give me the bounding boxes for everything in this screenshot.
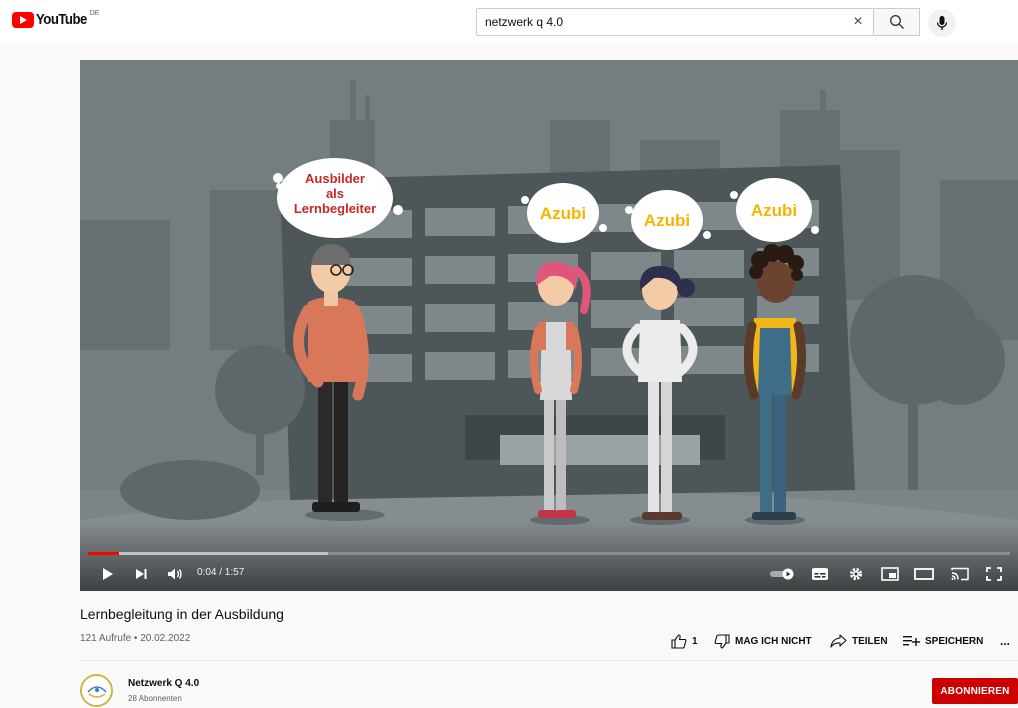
search-button[interactable] [874, 8, 920, 36]
clear-search-icon[interactable]: × [849, 13, 867, 31]
youtube-logo[interactable]: YouTube DE [12, 10, 100, 28]
add-to-playlist-icon [903, 635, 920, 647]
save-label: SPEICHERN [925, 635, 984, 647]
like-button[interactable]: 1 [671, 633, 698, 649]
fullscreen-icon [986, 567, 1002, 581]
autoplay-toggle[interactable] [768, 563, 798, 585]
gear-icon [849, 567, 863, 581]
bubble-trainer-line1: Ausbilder [305, 171, 365, 186]
search-box: × [476, 8, 874, 36]
subscribe-button[interactable]: ABONNIEREN [932, 678, 1018, 704]
miniplayer-icon [881, 567, 899, 581]
settings-button[interactable] [844, 563, 868, 585]
dislike-button[interactable]: MAG ICH NICHT [714, 633, 812, 649]
search-input[interactable] [477, 9, 837, 35]
volume-button[interactable] [164, 563, 186, 585]
search-icon [889, 15, 904, 29]
channel-avatar[interactable] [80, 674, 113, 707]
bubble-trainer-line3: Lernbegleiter [294, 201, 376, 216]
volume-icon [168, 568, 182, 580]
progress-buffer [88, 552, 328, 555]
next-icon [136, 569, 147, 579]
more-actions-button[interactable]: ... [1000, 633, 1010, 649]
channel-logo-icon [84, 678, 109, 703]
video-meta: 121 Aufrufe • 20.02.2022 [80, 633, 191, 644]
youtube-play-icon [12, 12, 34, 28]
dislike-label: MAG ICH NICHT [735, 635, 812, 647]
video-title: Lernbegleitung in der Ausbildung [80, 606, 284, 622]
cast-button[interactable] [948, 563, 972, 585]
share-icon [830, 634, 847, 648]
theater-mode-icon [914, 568, 934, 580]
bubble-trainer-line2: als [326, 186, 344, 201]
theater-mode-button[interactable] [912, 563, 936, 585]
autoplay-icon [770, 568, 794, 580]
country-code: DE [89, 10, 100, 17]
share-button[interactable]: TEILEN [830, 633, 888, 649]
microphone-icon [936, 16, 948, 30]
bubble-azubi-3: Azubi [751, 201, 797, 220]
share-label: TEILEN [852, 635, 888, 647]
video-player[interactable]: Ausbilder als Lernbegleiter Azubi Azubi … [80, 60, 1018, 591]
bubble-azubi-1: Azubi [540, 204, 586, 223]
play-button[interactable] [96, 563, 118, 585]
subtitles-button[interactable] [808, 563, 832, 585]
thumbs-up-icon [671, 633, 687, 649]
save-button[interactable]: SPEICHERN [903, 633, 983, 649]
cast-icon [951, 567, 969, 581]
masthead: YouTube DE × [0, 0, 1018, 44]
bubble-azubi-2: Azubi [644, 211, 690, 230]
progress-played [88, 552, 119, 555]
more-icon: ... [1000, 634, 1011, 648]
like-count: 1 [692, 635, 698, 647]
subtitles-icon [812, 568, 828, 580]
logo-text: YouTube [36, 11, 87, 28]
time-display: 0:04 / 1:57 [197, 567, 245, 578]
subscriber-count: 28 Abonnenten [128, 694, 182, 703]
fullscreen-button[interactable] [982, 563, 1006, 585]
channel-name[interactable]: Netzwerk Q 4.0 [128, 678, 199, 689]
divider [80, 660, 1018, 661]
voice-search-button[interactable] [928, 9, 956, 37]
video-frame: Ausbilder als Lernbegleiter Azubi Azubi … [80, 60, 1018, 591]
progress-bar[interactable] [88, 552, 1010, 555]
play-icon [103, 568, 113, 580]
miniplayer-button[interactable] [878, 563, 902, 585]
next-button[interactable] [130, 563, 152, 585]
thumbs-down-icon [714, 633, 730, 649]
